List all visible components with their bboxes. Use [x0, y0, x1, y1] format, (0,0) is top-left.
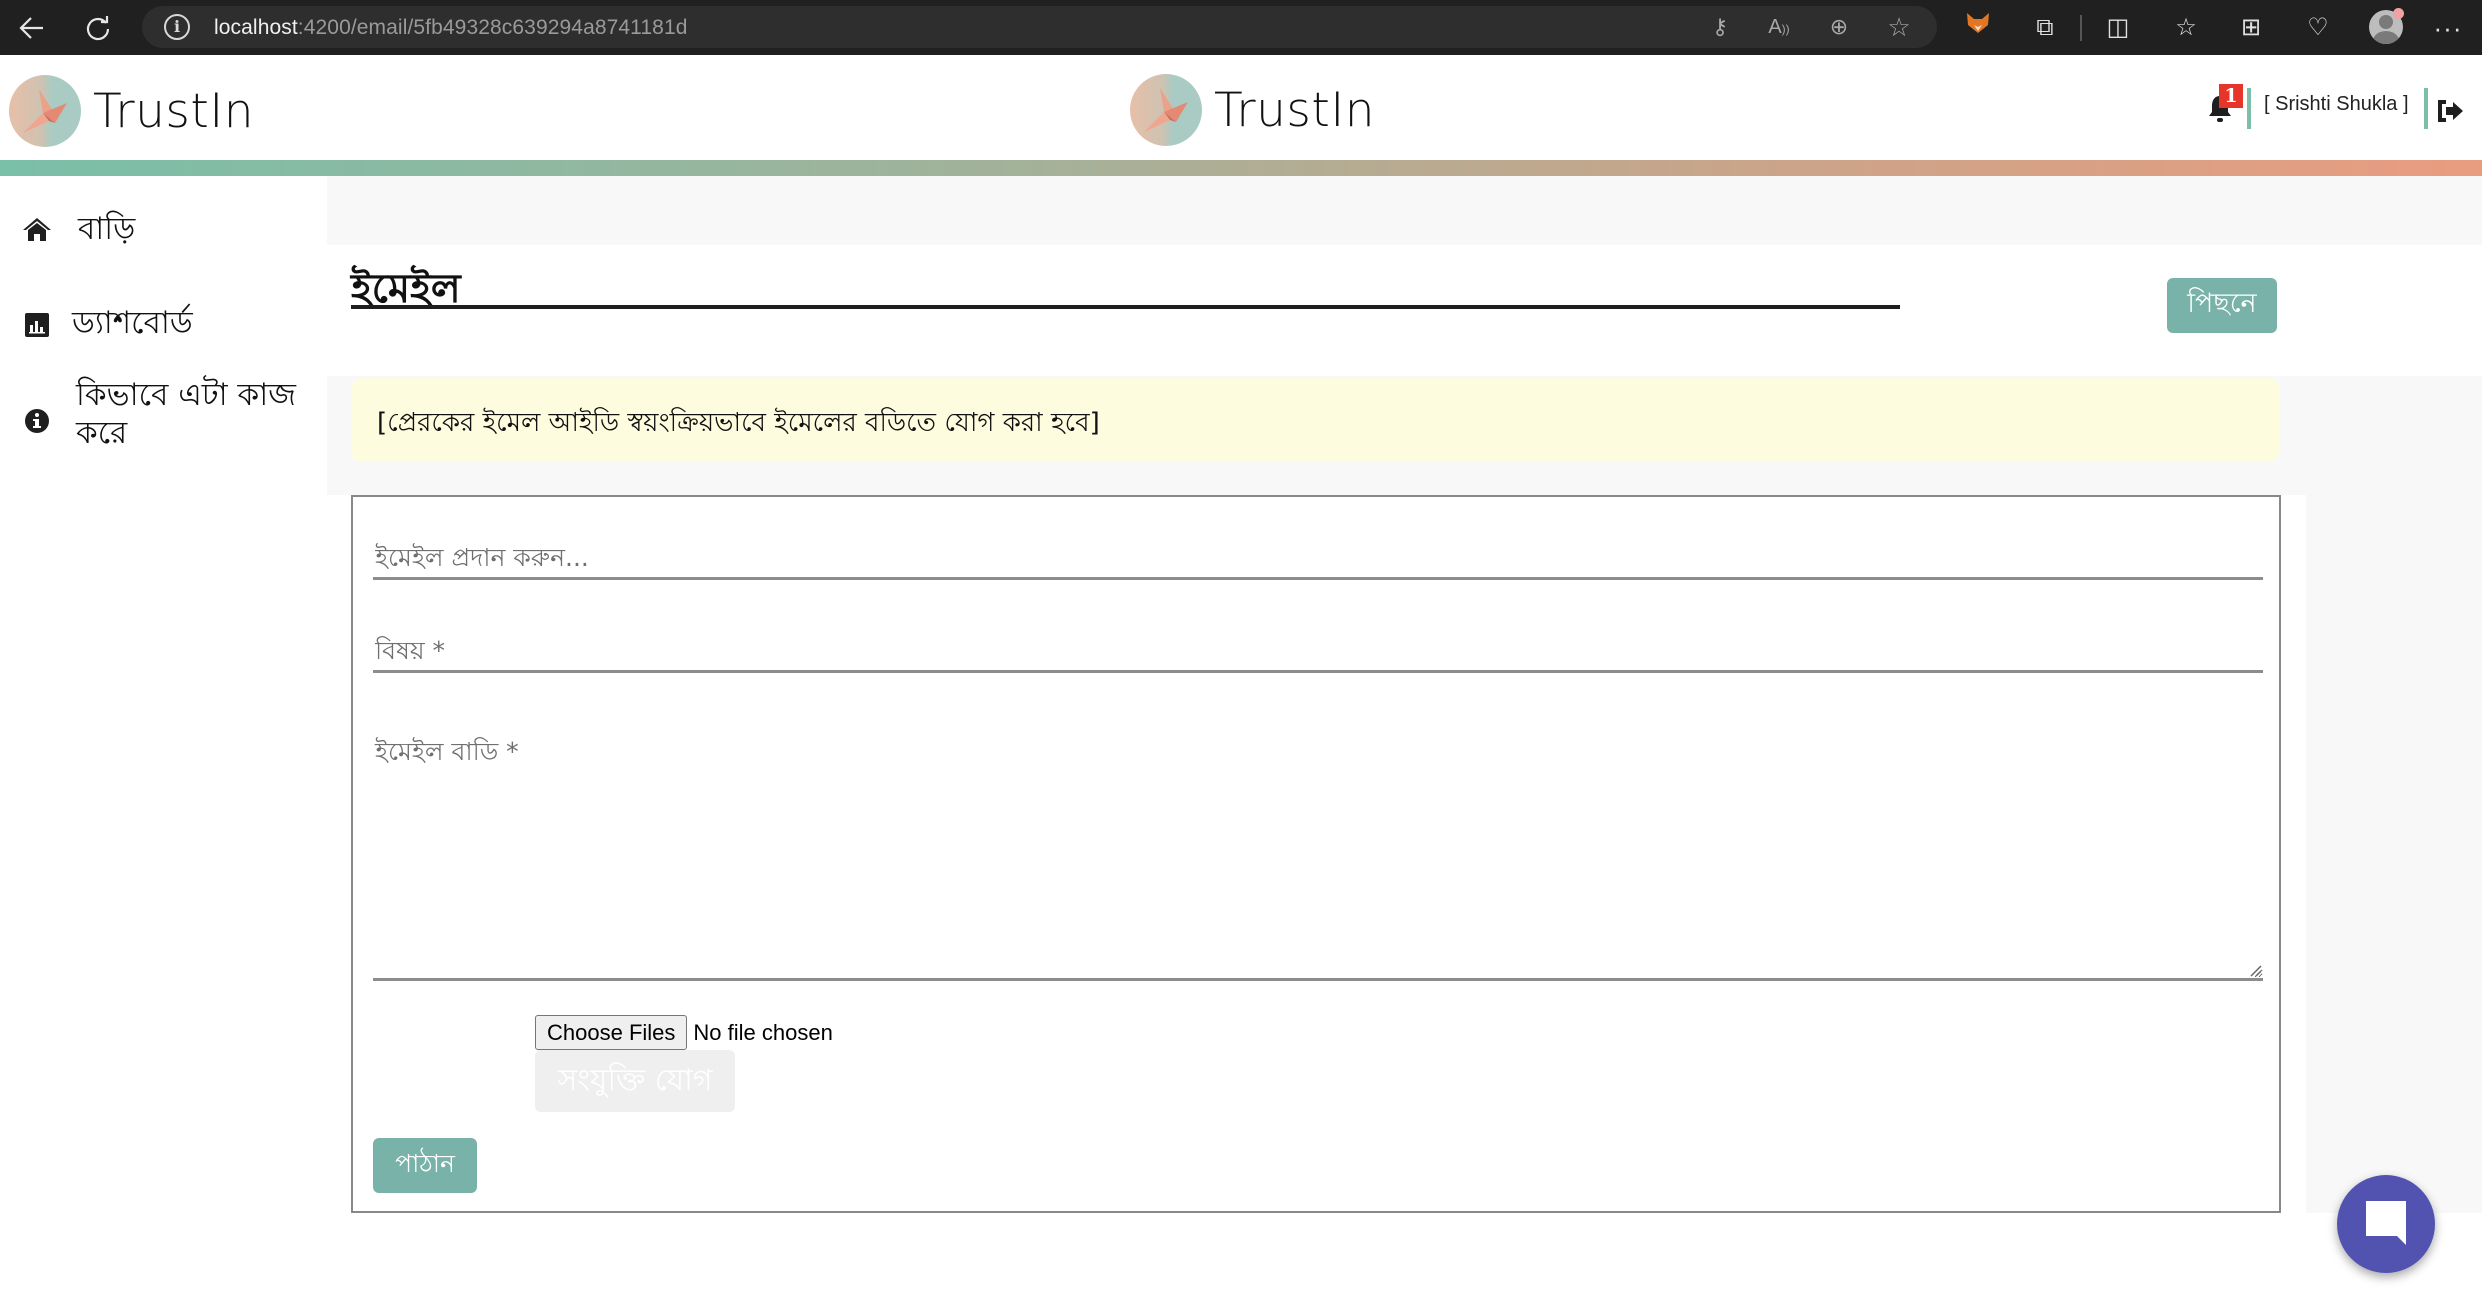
email-form: Choose Files No file chosen সংযুক্তি যোগ…	[351, 495, 2281, 1213]
sidebar: বাড়ি ড্যাশবোর্ড কিভাবে এটা কাজ করে	[0, 176, 327, 1302]
info-icon[interactable]: i	[164, 14, 190, 40]
url-host: localhost	[214, 16, 298, 39]
sidebar-item-label: কিভাবে এটা কাজ করে	[76, 377, 296, 451]
key-icon[interactable]: ⚷	[1705, 12, 1735, 42]
subject-input[interactable]	[373, 630, 2263, 673]
chat-button[interactable]	[2337, 1175, 2435, 1273]
brand-name: TrustIn	[93, 83, 254, 139]
arrow-left-icon[interactable]	[14, 10, 50, 46]
file-input[interactable]: Choose Files No file chosen	[535, 1015, 833, 1050]
read-aloud-icon[interactable]: A))	[1764, 12, 1794, 42]
sidebar-item-label: ড্যাশবোর্ড	[72, 305, 193, 341]
notice-alert: [প্রেরকের ইমেল আইডি স্বয়ংক্রিয়ভাবে ইমে…	[351, 378, 2280, 462]
browser-essentials-icon[interactable]: ♡	[2300, 10, 2336, 46]
brand-name: TrustIn	[1214, 82, 1375, 138]
browser-toolbar: i localhost:4200/email/5fb49328c639294a8…	[0, 0, 2482, 55]
bar-chart-icon	[22, 310, 52, 340]
crane-logo-icon	[9, 75, 81, 147]
split-screen-icon[interactable]: ◫	[2100, 10, 2136, 46]
file-status-text: No file chosen	[693, 1019, 833, 1045]
title-underline	[351, 305, 1900, 309]
email-input[interactable]	[373, 537, 2263, 580]
back-button[interactable]: পিছনে	[2167, 278, 2277, 333]
url-path: :4200/email/5fb49328c639294a8741181d	[297, 16, 688, 39]
chat-bubble-icon	[2366, 1201, 2406, 1245]
right-gutter	[2306, 495, 2482, 1213]
crane-logo-icon	[1130, 74, 1202, 146]
collections-icon[interactable]: ⊞	[2233, 10, 2269, 46]
page-header: ইমেইল পিছনে	[327, 245, 2482, 376]
username-label[interactable]: [ Srishti Shukla ]	[2264, 93, 2409, 116]
header-divider	[2247, 88, 2251, 129]
page-title: ইমেইল	[351, 266, 461, 312]
app-header: TrustIn TrustIn 1 [ Srishti Shukla ]	[0, 55, 2482, 160]
address-bar[interactable]: i localhost:4200/email/5fb49328c639294a8…	[142, 6, 1937, 48]
header-divider	[2424, 88, 2428, 129]
notice-text: [প্রেরকের ইমেল আইডি স্বয়ংক্রিয়ভাবে ইমে…	[377, 408, 1100, 438]
reload-icon[interactable]	[80, 10, 116, 46]
toolbar-divider	[2080, 15, 2082, 41]
body-textarea[interactable]	[373, 726, 2263, 981]
header-gradient-bar	[0, 160, 2482, 176]
url-text[interactable]: localhost:4200/email/5fb49328c639294a874…	[214, 16, 688, 40]
resize-handle-icon[interactable]	[2248, 963, 2262, 977]
star-icon[interactable]: ☆	[1884, 12, 1914, 42]
home-icon	[22, 214, 52, 244]
info-circle-icon	[22, 406, 52, 436]
choose-files-button[interactable]: Choose Files	[535, 1015, 688, 1050]
brand-logo-left[interactable]: TrustIn	[9, 75, 254, 147]
notification-badge: 1	[2219, 84, 2243, 108]
send-button[interactable]: পাঠান	[373, 1138, 477, 1193]
brand-logo-center[interactable]: TrustIn	[1130, 74, 1375, 146]
puzzle-icon[interactable]: ⧉	[2027, 10, 2063, 46]
sidebar-item-dashboard[interactable]: ড্যাশবোর্ড	[0, 298, 327, 348]
zoom-in-icon[interactable]: ⊕	[1824, 12, 1854, 42]
fox-extension-icon[interactable]	[1960, 10, 1996, 46]
sidebar-item-how-it-works[interactable]: কিভাবে এটা কাজ করে	[0, 376, 327, 466]
sidebar-item-home[interactable]: বাড়ি	[0, 204, 327, 254]
logout-icon[interactable]	[2436, 98, 2464, 124]
main-top-spacer	[327, 176, 2482, 245]
add-attachment-button[interactable]: সংযুক্তি যোগ	[535, 1050, 735, 1112]
sidebar-item-label: বাড়ি	[78, 211, 136, 247]
favorites-list-icon[interactable]: ☆	[2168, 10, 2204, 46]
more-icon[interactable]: ···	[2430, 10, 2466, 46]
notice-band: [প্রেরকের ইমেল আইডি স্বয়ংক্রিয়ভাবে ইমে…	[327, 376, 2482, 495]
profile-notification-dot	[2393, 8, 2404, 19]
